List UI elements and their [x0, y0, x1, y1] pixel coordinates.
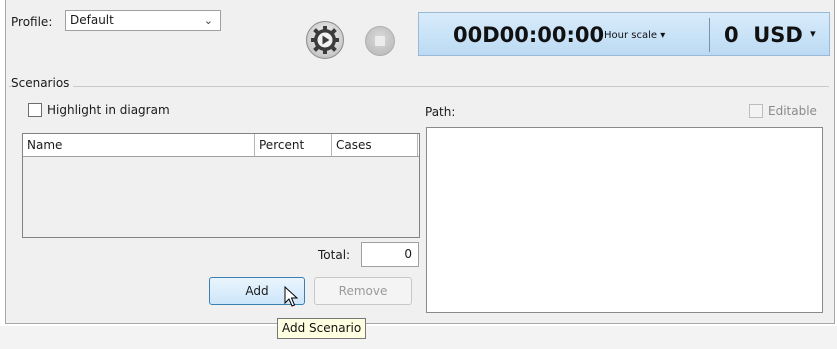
add-scenario-tooltip: Add Scenario: [277, 318, 367, 339]
cost-currency: USD: [753, 23, 803, 47]
highlight-in-diagram-label[interactable]: Highlight in diagram: [47, 103, 170, 117]
highlight-in-diagram-checkbox[interactable]: [28, 103, 42, 117]
status-strip: [0, 326, 837, 349]
mouse-pointer-icon: [284, 286, 298, 307]
remove-scenario-button[interactable]: Remove: [314, 277, 412, 305]
stop-icon: [375, 36, 385, 46]
editable-checkbox[interactable]: [749, 104, 763, 118]
play-gear-icon: [311, 26, 339, 54]
total-field: 0: [361, 242, 419, 267]
scenarios-title: Scenarios: [11, 76, 74, 90]
total-label: Total:: [318, 248, 351, 262]
scenarios-table[interactable]: Name Percent Cases: [22, 133, 420, 238]
chevron-down-icon: ⌄: [203, 14, 213, 27]
simulation-clock: 00D00:00:00 Hour scale ▾ 0 USD ▾: [418, 12, 830, 56]
profile-select[interactable]: Default ⌄: [65, 10, 221, 31]
timer-display: 00D00:00:00: [453, 23, 605, 47]
cost-value: 0: [724, 23, 739, 47]
column-header-cases[interactable]: Cases: [332, 134, 418, 156]
hour-scale-dropdown[interactable]: Hour scale ▾: [604, 30, 665, 41]
profile-select-value: Default: [70, 13, 114, 27]
profile-label: Profile:: [11, 15, 53, 29]
cost-dropdown[interactable]: 0 USD ▾: [724, 23, 816, 47]
stop-simulation-button[interactable]: [365, 26, 395, 56]
column-header-percent[interactable]: Percent: [255, 134, 332, 156]
column-header-name[interactable]: Name: [23, 134, 255, 156]
editable-label: Editable: [768, 104, 817, 118]
dropdown-arrow-icon: ▾: [810, 27, 816, 40]
run-simulation-button[interactable]: [306, 21, 344, 59]
path-label: Path:: [425, 105, 456, 119]
table-header: Name Percent Cases: [23, 134, 419, 157]
clock-divider: [709, 18, 710, 52]
path-textarea[interactable]: [426, 127, 823, 313]
